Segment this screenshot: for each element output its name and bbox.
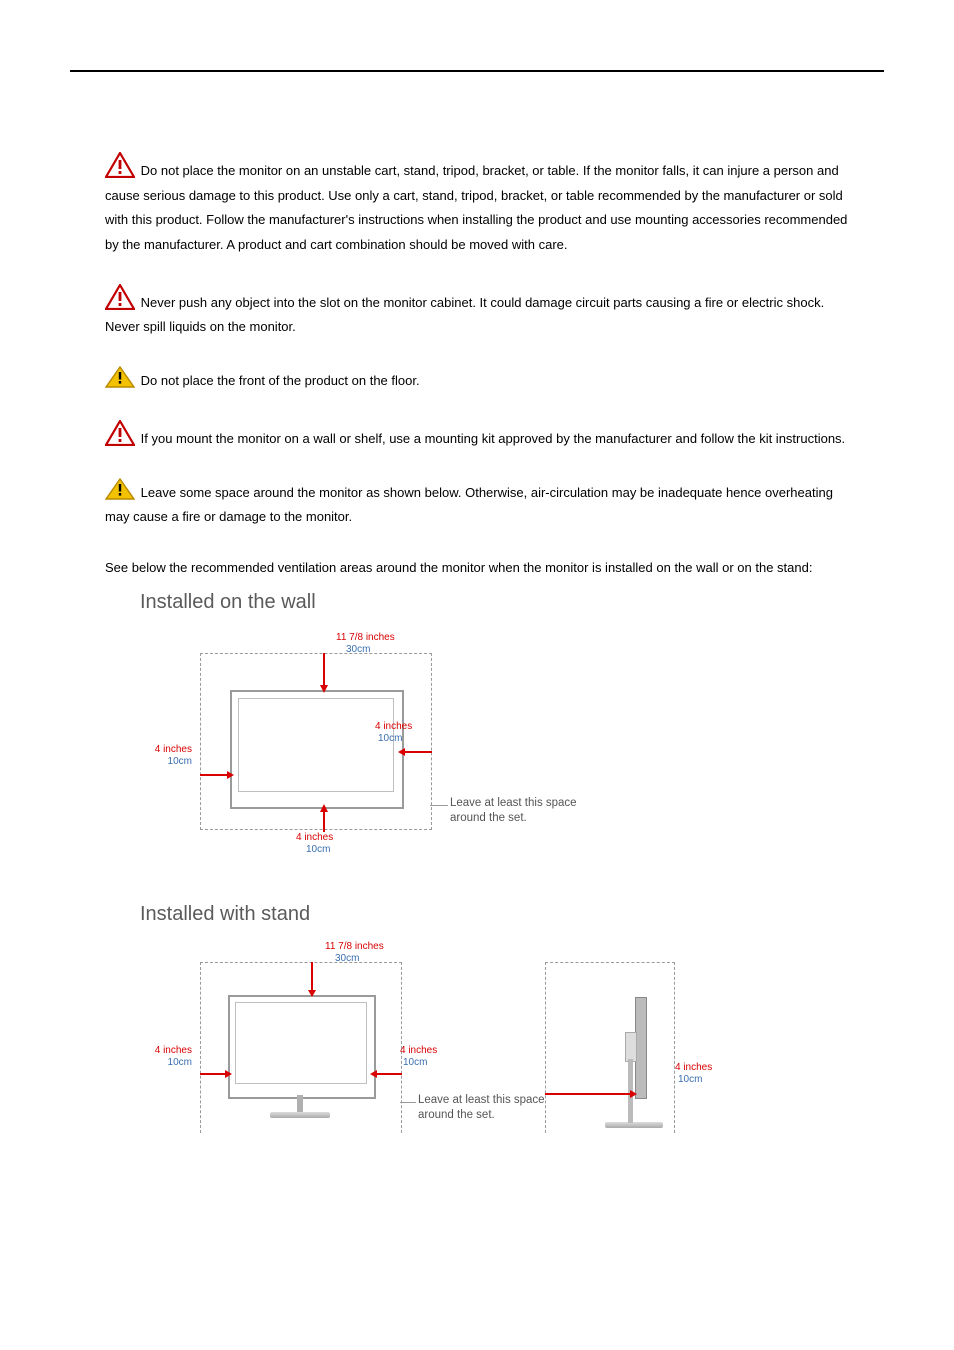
note-line2: around the set. [450,812,527,824]
warning-text: If you mount the monitor on a wall or sh… [141,431,846,446]
caution-icon [105,478,135,500]
dim-bottom-in: 4 inches [296,832,333,844]
dim-top-cm: 30cm [346,644,370,656]
dim-right-cm: 10cm [378,733,402,745]
warning-ventilation: Leave some space around the monitor as s… [105,478,849,530]
warning-text: Do not place the monitor on an unstable … [105,163,847,252]
warning-icon [105,420,135,446]
dim-side-cm: 10cm [678,1074,702,1086]
dim-top-in: 11 7/8 inches [325,941,384,953]
ventilation-intro: See below the recommended ventilation ar… [105,556,849,581]
dim-side-in: 4 inches [675,1062,712,1074]
dim-right-in: 4 inches [375,721,412,733]
warning-text: Leave some space around the monitor as s… [105,485,833,525]
dim-right-cm: 10cm [403,1057,427,1069]
note-line1: Leave at least this space [450,797,577,809]
warning-icon [105,152,135,178]
warning-text: Never push any object into the slot on t… [105,295,824,335]
warning-text: Do not place the front of the product on… [141,373,420,388]
dim-top-cm: 30cm [335,953,359,965]
dim-right-in: 4 inches [400,1045,437,1057]
dim-top-in: 11 7/8 inches [336,632,395,644]
warning-front-floor: Do not place the front of the product on… [105,366,849,394]
warning-unstable-surface: Do not place the monitor on an unstable … [105,152,849,258]
page-top-rule [70,70,884,72]
diagram-stand-title: Installed with stand [140,903,849,926]
diagram-wall-title: Installed on the wall [140,591,849,614]
warning-wall-mount: If you mount the monitor on a wall or sh… [105,420,849,452]
dim-left-in: 4 inches [92,744,192,756]
dim-left-cm: 10cm [92,756,192,768]
dim-left-in: 4 inches [90,1045,192,1057]
warning-slot: Never push any object into the slot on t… [105,284,849,340]
dim-bottom-cm: 10cm [306,844,330,856]
dim-left-cm: 10cm [90,1057,192,1069]
note-line2: around the set. [418,1109,495,1121]
warning-icon [105,284,135,310]
diagram-stand: 11 7/8 inches 30cm 4 inches 10cm 4 inche… [130,940,770,1150]
diagram-wall: 11 7/8 inches 30cm 4 inches 10cm 4 inche… [130,628,700,863]
caution-icon [105,366,135,388]
